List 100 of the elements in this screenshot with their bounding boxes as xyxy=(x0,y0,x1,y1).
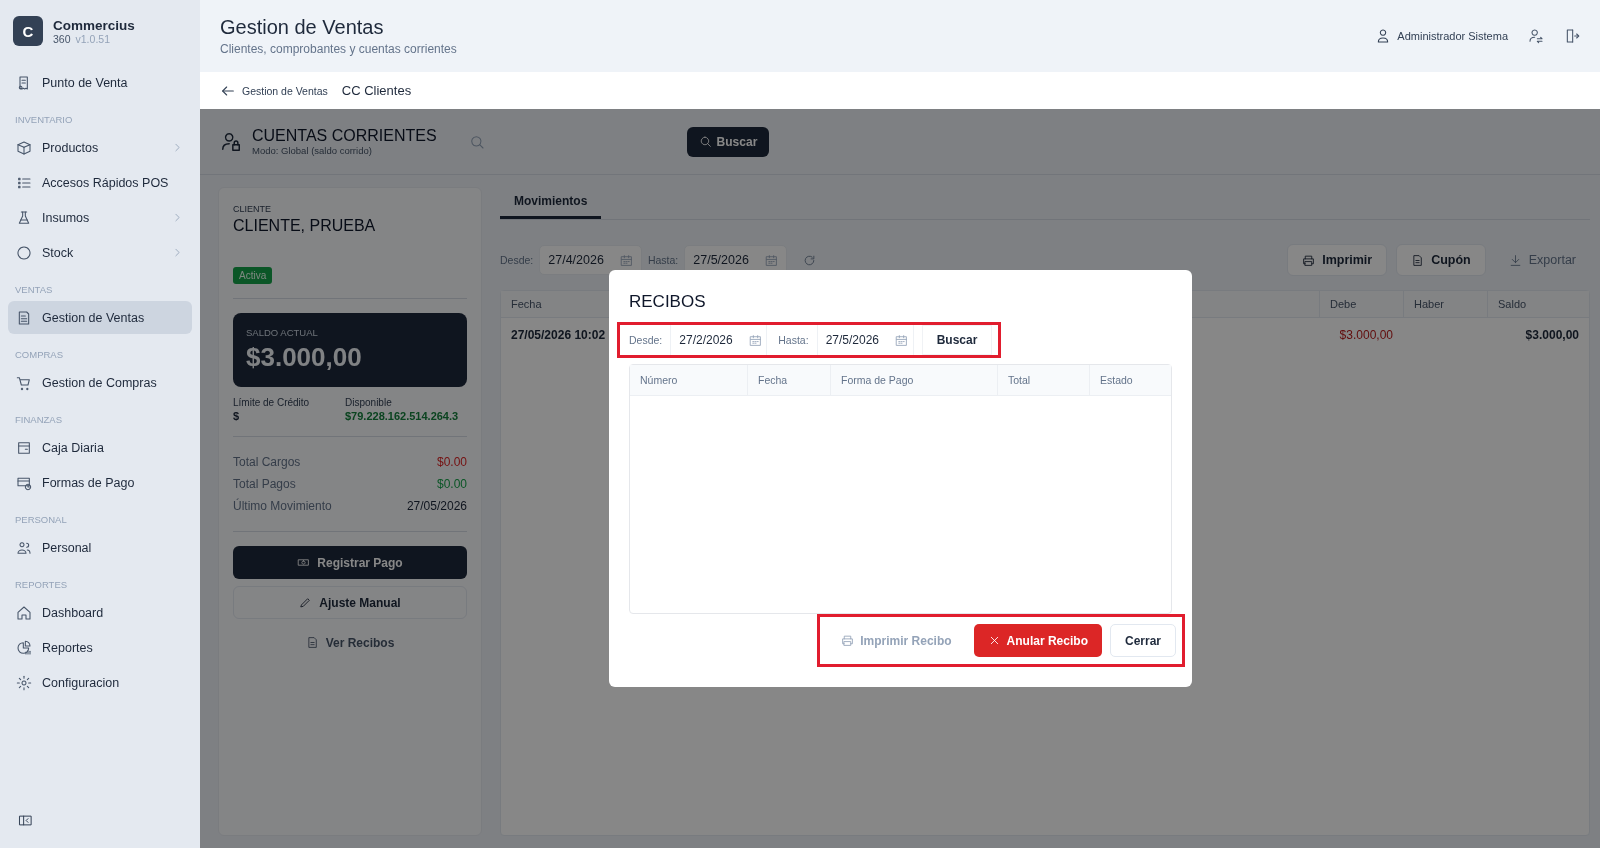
from-label: Desde: xyxy=(500,254,534,266)
pencil-icon xyxy=(299,596,313,609)
column-header: Saldo xyxy=(1487,291,1589,317)
sidebar-item[interactable]: Stock xyxy=(8,236,192,269)
dialog-button[interactable]: Anular Recibo xyxy=(973,624,1102,657)
sidebar-item[interactable]: Insumos xyxy=(8,201,192,234)
breadcrumb-current: CC Clientes xyxy=(341,83,412,98)
date-field[interactable]: 27/2/2026 xyxy=(670,325,768,355)
calendar-icon xyxy=(619,253,633,267)
date-field[interactable]: 27/4/2026 xyxy=(539,245,642,275)
users-icon xyxy=(16,539,32,556)
sidebar-item[interactable]: Punto de Venta xyxy=(8,66,192,99)
user-lock-icon xyxy=(220,130,242,153)
sidebar-item[interactable]: Reportes xyxy=(8,631,192,664)
app-edition: 360 xyxy=(53,32,71,45)
flask-icon xyxy=(16,209,32,226)
client-name: CLIENTE, PRUEBA xyxy=(233,217,377,235)
app-name: Commercius xyxy=(53,17,135,33)
sidebar-item[interactable]: Formas de Pago xyxy=(8,466,192,499)
cart-icon xyxy=(16,374,32,391)
printer-icon xyxy=(841,634,855,647)
nav-section-heading: PERSONAL xyxy=(14,513,68,527)
total-label: Último Movimiento xyxy=(233,497,332,515)
nav-section-heading: INVENTARIO xyxy=(14,113,74,127)
sidebar-item[interactable]: Gestion de Compras xyxy=(8,366,192,399)
column-header: Total xyxy=(997,365,1089,395)
file-icon xyxy=(1411,253,1425,267)
search-icon xyxy=(468,133,485,150)
date-field[interactable]: 27/5/2026 xyxy=(816,325,914,355)
total-value: 27/05/2026 xyxy=(406,498,467,515)
home-icon xyxy=(16,604,32,621)
sidebar-item[interactable]: Accesos Rápidos POS xyxy=(8,166,192,199)
section-title: CUENTAS CORRIENTES xyxy=(252,127,437,145)
dialog-button[interactable]: Cerrar xyxy=(1109,624,1176,657)
available-label: Disponible xyxy=(345,397,393,408)
nav-section-heading: COMPRAS xyxy=(14,348,65,362)
calendar-icon xyxy=(748,333,762,347)
pie-chart-icon xyxy=(16,639,32,656)
status-badge: Activa xyxy=(233,267,273,284)
nav-section-heading: FINANZAS xyxy=(14,413,63,427)
back-link[interactable]: Gestion de Ventas xyxy=(220,82,328,99)
column-header: Estado xyxy=(1089,365,1171,395)
sidebar-item[interactable]: Configuracion xyxy=(8,666,192,699)
column-header: Forma de Pago xyxy=(830,365,997,395)
nav-section-heading: REPORTES xyxy=(14,578,69,592)
collapse-sidebar-icon[interactable] xyxy=(18,813,33,828)
credit-value: $ xyxy=(233,410,241,422)
banknote-icon xyxy=(297,556,311,569)
credit-label: Límite de Crédito xyxy=(233,397,311,408)
user-switch-icon[interactable] xyxy=(1528,28,1544,44)
logo-badge: C xyxy=(13,16,43,46)
balance-label: SALDO ACTUAL xyxy=(246,327,319,338)
page-subtitle: Clientes, comprobantes y cuentas corrientes xyxy=(220,42,458,56)
sidebar-item[interactable]: Caja Diaria xyxy=(8,431,192,464)
document-icon xyxy=(16,309,32,326)
logout-icon[interactable] xyxy=(1564,28,1580,44)
page-title: Gestion de Ventas xyxy=(220,16,385,39)
app-version: v1.0.51 xyxy=(75,32,110,45)
table-cell-text: $3.000,00 xyxy=(1524,327,1580,344)
balance-amount: $3.000,00 xyxy=(246,342,363,373)
sidebar-item[interactable]: Personal xyxy=(8,531,192,564)
total-label: Total Cargos xyxy=(233,454,301,471)
toolbar-button[interactable]: Imprimir xyxy=(1287,244,1388,276)
search-button[interactable]: Buscar xyxy=(686,126,770,157)
wallet-icon xyxy=(16,439,32,456)
calendar-icon xyxy=(764,253,778,267)
action-button[interactable]: Registrar Pago xyxy=(233,546,467,579)
client-label: CLIENTE xyxy=(233,204,272,214)
user-menu[interactable]: Administrador Sistema xyxy=(1375,28,1508,44)
to-label: Hasta: xyxy=(777,334,810,346)
column-header: Número xyxy=(639,373,679,388)
tab[interactable]: Movimientos xyxy=(500,187,602,219)
column-header: Haber xyxy=(1403,291,1487,317)
column-header: Fecha xyxy=(510,297,543,312)
total-value: $0.00 xyxy=(436,476,467,493)
column-header: Debe xyxy=(1319,291,1403,317)
calendar-icon xyxy=(895,333,909,347)
sidebar-item[interactable]: Productos xyxy=(8,131,192,164)
action-button[interactable]: Ver Recibos xyxy=(233,626,467,659)
total-label: Total Pagos xyxy=(233,476,296,493)
search-icon xyxy=(698,135,712,148)
table-cell-text: $3.000,00 xyxy=(1338,327,1394,344)
printer-icon xyxy=(1302,253,1316,267)
search-button[interactable]: Buscar xyxy=(921,325,993,355)
from-label: Desde: xyxy=(628,334,664,346)
box-icon xyxy=(16,139,32,156)
sidebar-item[interactable]: Gestion de Ventas xyxy=(8,301,192,334)
table-cell-text: 27/05/2026 10:02 xyxy=(510,327,607,344)
mode-label: Modo: Global (saldo corrido) xyxy=(252,145,373,156)
column-header: Fecha xyxy=(747,365,830,395)
download-icon xyxy=(1508,253,1522,267)
action-button[interactable]: Ajuste Manual xyxy=(233,586,467,619)
settings-icon xyxy=(16,674,32,691)
dialog-title: RECIBOS xyxy=(629,292,707,312)
nav-section-heading: VENTAS xyxy=(14,283,54,297)
toolbar-button[interactable]: Cupón xyxy=(1396,244,1486,276)
available-value: $79.228.162.514.264.3 xyxy=(345,410,460,422)
total-value: $0.00 xyxy=(436,454,467,471)
sidebar-item[interactable]: Dashboard xyxy=(8,596,192,629)
to-label: Hasta: xyxy=(647,254,679,266)
